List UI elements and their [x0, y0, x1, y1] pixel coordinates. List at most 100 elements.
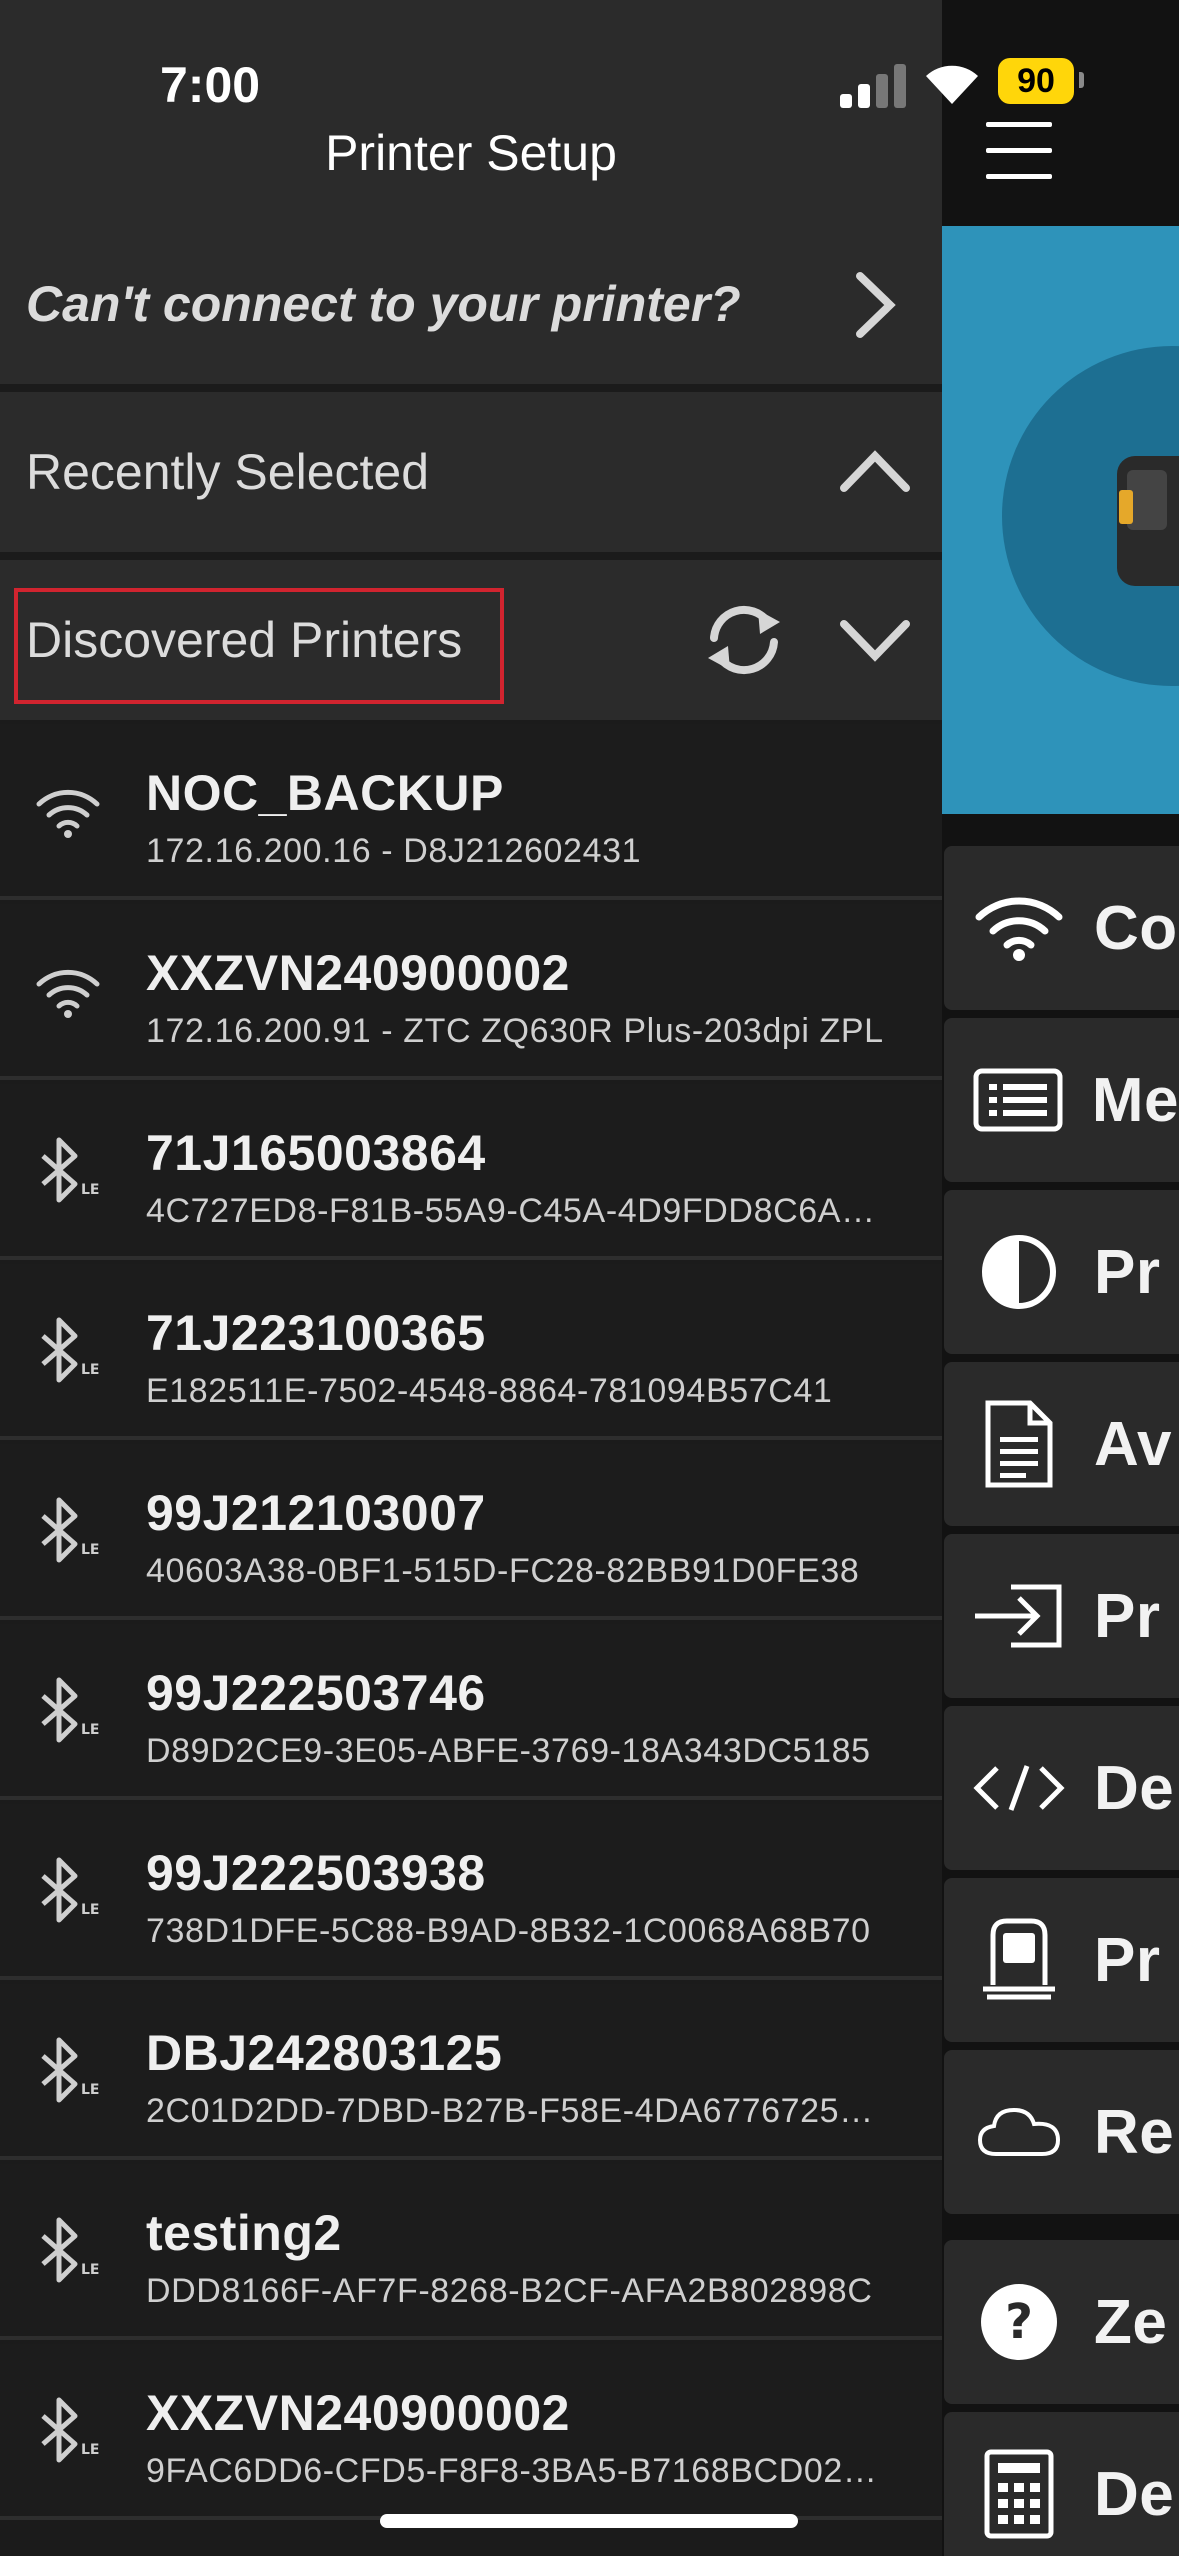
svg-text:LE: LE	[81, 2262, 99, 2278]
printer-name: 71J165003864	[146, 1125, 486, 1181]
menu-item-label: Pr	[1094, 1925, 1161, 1995]
svg-text:LE: LE	[81, 1362, 99, 1378]
printer-name: 99J222503938	[146, 1845, 486, 1901]
menu-item-label: Me	[1091, 1065, 1179, 1135]
printer-detail: 172.16.200.16 - D8J212602431	[146, 832, 642, 870]
menu-item-label: De	[1094, 2459, 1175, 2529]
printer-detail: 738D1DFE-5C88-B9AD-8B32-1C0068A68B70	[146, 1912, 871, 1950]
svg-text:LE: LE	[81, 1182, 99, 1198]
menu-item-connectivity[interactable]: Co	[944, 846, 1179, 1010]
chevron-up-icon[interactable]	[838, 446, 912, 496]
bluetooth-le-icon: LE	[28, 1132, 108, 1212]
printer-name: XXZVN240900002	[146, 2385, 570, 2441]
wifi-icon	[944, 893, 1094, 963]
help-icon: ?	[944, 2282, 1094, 2362]
list-icon	[944, 1068, 1092, 1132]
printer-list-item[interactable]: NOC_BACKUP 172.16.200.16 - D8J212602431	[0, 724, 942, 900]
menu-item-media[interactable]: Me	[944, 1018, 1179, 1182]
hamburger-icon[interactable]	[986, 122, 1052, 180]
printer-detail: 2C01D2DD-7DBD-B27B-F58E-4DA6776725…	[146, 2092, 874, 2130]
bluetooth-le-icon: LE	[28, 1672, 108, 1752]
recently-selected-section[interactable]: Recently Selected	[0, 392, 942, 552]
printer-list-item[interactable]: XXZVN240900002 172.16.200.91 - ZTC ZQ630R…	[0, 904, 942, 1080]
printer-list-item[interactable]: LE 71J165003864 4C727ED8-F81B-55A9-C45A-4D…	[0, 1084, 942, 1260]
printer-list-item[interactable]: LE XXZVN240900002 9FAC6DD6-CFD5-F8F8-3BA5-…	[0, 2344, 942, 2520]
menu-item-calculator[interactable]: De	[944, 2412, 1179, 2556]
printer-list-item[interactable]: LE DBJ242803125 2C01D2DD-7DBD-B27B-F58E-4D…	[0, 1984, 942, 2160]
printer-list-item[interactable]: LE testing2 DDD8166F-AF7F-8268-B2CF-AFA2B8…	[0, 2164, 942, 2340]
printer-icon	[944, 1915, 1094, 2005]
battery-indicator: 90	[998, 58, 1084, 104]
printer-setup-drawer: 7:00 Printer Setup 90 Can't connect to y…	[0, 0, 1084, 2556]
printer-detail: D89D2CE9-3E05-ABFE-3769-18A343DC5185	[146, 1732, 871, 1770]
menu-item-remote[interactable]: Re	[944, 2050, 1179, 2214]
printer-detail: 9FAC6DD6-CFD5-F8F8-3BA5-B7168BCD02…	[146, 2452, 878, 2490]
document-icon	[944, 1399, 1094, 1489]
cellular-signal-icon	[840, 62, 906, 108]
printer-name: testing2	[146, 2205, 342, 2261]
wifi-icon	[28, 772, 108, 852]
bluetooth-le-icon: LE	[28, 2032, 108, 2112]
code-icon	[944, 1760, 1094, 1816]
svg-text:LE: LE	[81, 2082, 99, 2098]
printer-list-item[interactable]: LE 99J212103007 40603A38-0BF1-515D-FC28-82…	[0, 1444, 942, 1620]
printer-list-item[interactable]: LE 99J222503938 738D1DFE-5C88-B9AD-8B32-1C…	[0, 1804, 942, 1980]
printer-list-item[interactable]: LE 99J222503746 D89D2CE9-3E05-ABFE-3769-18…	[0, 1624, 942, 1800]
svg-text:LE: LE	[81, 1722, 99, 1738]
page-title: Printer Setup	[0, 124, 942, 182]
home-indicator[interactable]	[380, 2514, 798, 2528]
printer-detail: 172.16.200.91 - ZTC ZQ630R Plus-203dpi Z…	[146, 1012, 884, 1050]
menu-item-label: Pr	[1094, 1237, 1161, 1307]
menu-item-help[interactable]: ? Ze	[944, 2240, 1179, 2404]
printer-name: 71J223100365	[146, 1305, 486, 1361]
menu-item-print-quality[interactable]: Pr	[944, 1190, 1179, 1354]
svg-text:LE: LE	[81, 2442, 99, 2458]
printer-image	[1117, 456, 1179, 586]
cant-connect-row[interactable]: Can't connect to your printer?	[0, 224, 942, 384]
menu-item-label: De	[1094, 1753, 1175, 1823]
printer-detail: E182511E-7502-4548-8864-781094B57C41	[146, 1372, 833, 1410]
printer-detail: 4C727ED8-F81B-55A9-C45A-4D9FDD8C6A…	[146, 1192, 876, 1230]
printer-name: 99J222503746	[146, 1665, 486, 1721]
printer-name: NOC_BACKUP	[146, 765, 504, 821]
wifi-icon	[28, 952, 108, 1032]
sign-in-icon	[944, 1581, 1094, 1651]
printer-name: 99J212103007	[146, 1485, 486, 1541]
printer-detail: 40603A38-0BF1-515D-FC28-82BB91D0FE38	[146, 1552, 860, 1590]
printer-detail: DDD8166F-AF7F-8268-B2CF-AFA2B802898C	[146, 2272, 873, 2310]
bluetooth-le-icon: LE	[28, 2212, 108, 2292]
wifi-status-icon	[924, 62, 980, 111]
highlight-box	[14, 588, 504, 704]
page-title-text: Printer Setup	[325, 125, 617, 181]
printer-name: XXZVN240900002	[146, 945, 570, 1001]
refresh-icon[interactable]	[700, 600, 788, 680]
printer-hero-image	[942, 226, 1179, 814]
bluetooth-le-icon: LE	[28, 2392, 108, 2472]
svg-text:?: ?	[1005, 2294, 1033, 2350]
menu-item-files[interactable]: Av	[944, 1362, 1179, 1526]
bluetooth-le-icon: LE	[28, 1492, 108, 1572]
bluetooth-le-icon: LE	[28, 1312, 108, 1392]
menu-item-label: Ze	[1094, 2287, 1168, 2357]
bluetooth-le-icon: LE	[28, 1852, 108, 1932]
menu-item-label: Pr	[1094, 1581, 1161, 1651]
recently-selected-label: Recently Selected	[26, 444, 430, 500]
cloud-icon	[944, 2104, 1094, 2160]
svg-text:LE: LE	[81, 1902, 99, 1918]
printer-name: DBJ242803125	[146, 2025, 503, 2081]
status-time: 7:00	[160, 57, 261, 113]
calculator-icon	[944, 2449, 1094, 2539]
menu-item-developer[interactable]: De	[944, 1706, 1179, 1870]
svg-text:LE: LE	[81, 1542, 99, 1558]
cant-connect-label: Can't connect to your printer?	[26, 276, 741, 332]
chevron-down-icon[interactable]	[838, 616, 912, 666]
menu-item-label: Co	[1094, 893, 1178, 963]
menu-item-input[interactable]: Pr	[944, 1534, 1179, 1698]
menu-item-label: Re	[1094, 2097, 1175, 2167]
contrast-icon	[944, 1232, 1094, 1312]
chevron-right-icon	[856, 272, 896, 338]
printer-list-item[interactable]: LE 71J223100365 E182511E-7502-4548-8864-78…	[0, 1264, 942, 1440]
menu-item-label: Av	[1094, 1409, 1172, 1479]
header: 7:00 Printer Setup 90	[0, 0, 1084, 224]
menu-item-printer[interactable]: Pr	[944, 1878, 1179, 2042]
